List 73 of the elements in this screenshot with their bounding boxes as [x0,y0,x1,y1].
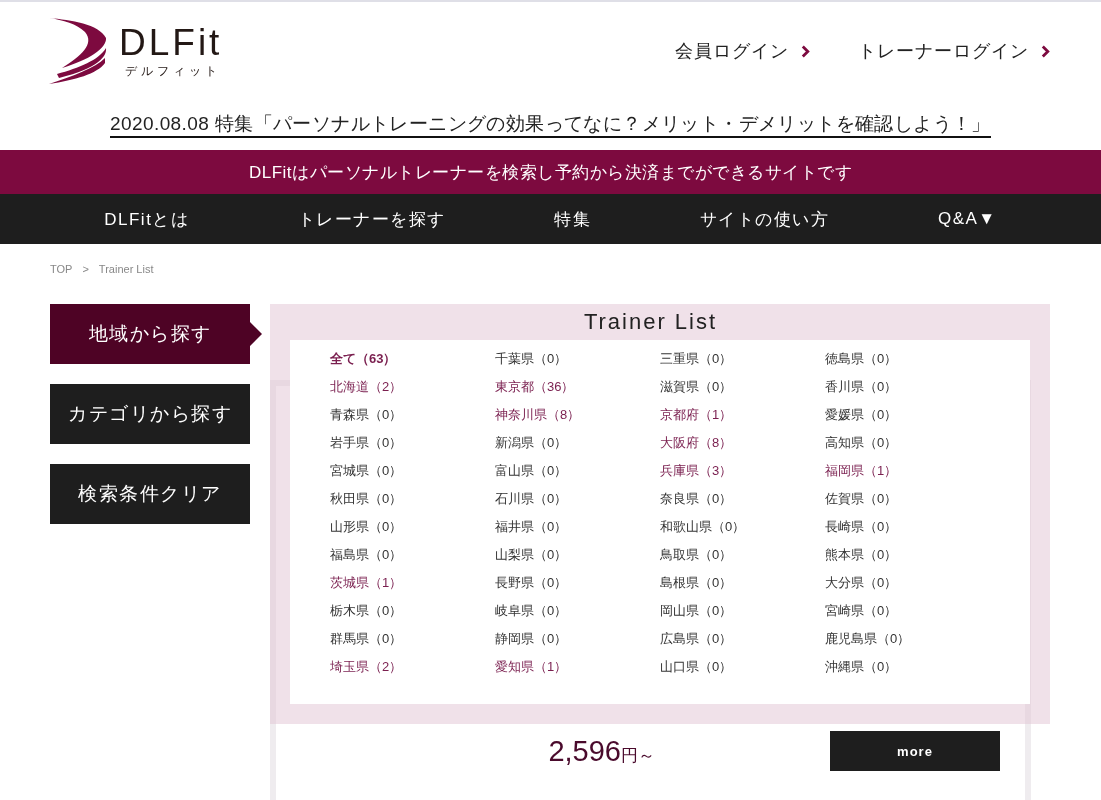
prefecture-link[interactable]: 青森県（0） [330,406,403,424]
price-amount: 2,596 [548,736,621,766]
prefecture-link[interactable]: 山口県（0） [660,658,733,676]
prefecture-link[interactable]: 北海道（2） [330,378,403,396]
sidebar-button[interactable]: カテゴリから探す [50,384,250,444]
nav-link[interactable]: サイトの使い方 [699,207,830,231]
prefecture-link[interactable]: 宮城県（0） [330,462,403,480]
prefecture-link[interactable]: 山形県（0） [330,518,403,536]
prefecture-link[interactable]: 東京都（36） [495,378,575,396]
prefecture-link[interactable]: 滋賀県（0） [660,378,733,396]
logo-name: DLFit [119,23,223,61]
prefecture-link[interactable]: 岩手県（0） [330,434,403,452]
prefecture-link[interactable]: 長野県（0） [495,574,568,592]
prefecture-link[interactable]: 新潟県（0） [495,434,568,452]
logo-icon [49,18,107,84]
logo-link[interactable]: DLFit デルフィット [49,18,223,84]
prefecture-link[interactable]: 和歌山県（0） [660,518,746,536]
prefecture-link[interactable]: 愛媛県（0） [825,406,898,424]
prefecture-link[interactable]: 千葉県（0） [495,350,568,368]
prefecture-link[interactable]: 山梨県（0） [495,546,568,564]
nav-link[interactable]: トレーナーを探す [297,207,446,231]
prefecture-link[interactable]: 大分県（0） [825,574,898,592]
tagline-banner: DLFitはパーソナルトレーナーを検索し予約から決済までができるサイトです [0,150,1101,194]
prefecture-link[interactable]: 栃木県（0） [330,602,403,620]
prefecture-link[interactable]: 大阪府（8） [660,434,733,452]
prefecture-link[interactable]: 全て（63） [330,350,397,368]
prefecture-link[interactable]: 宮崎県（0） [825,602,898,620]
prefecture-link[interactable]: 静岡県（0） [495,630,568,648]
nav-link[interactable]: DLFitとは [104,207,190,231]
member-login-link[interactable]: 会員ログイン [675,39,810,63]
prefecture-link[interactable]: 秋田県（0） [330,490,403,508]
news-link[interactable]: 2020.08.08 特集「パーソナルトレーニングの効果ってなに？メリット・デメリットを確認しよう！」 [110,112,991,138]
prefecture-link[interactable]: 奈良県（0） [660,490,733,508]
prefecture-link[interactable]: 群馬県（0） [330,630,403,648]
prefecture-link[interactable]: 兵庫県（3） [660,462,733,480]
prefecture-link[interactable]: 広島県（0） [660,630,733,648]
prefecture-link[interactable]: 香川県（0） [825,378,898,396]
prefecture-link[interactable]: 熊本県（0） [825,546,898,564]
prefecture-link[interactable]: 鹿児島県（0） [825,630,911,648]
breadcrumb-separator: > [82,263,89,275]
prefecture-link[interactable]: 福井県（0） [495,518,568,536]
prefecture-link[interactable]: 岐阜県（0） [495,602,568,620]
nav-link[interactable]: Q&A▼ [937,209,997,229]
prefecture-link[interactable]: 岡山県（0） [660,602,733,620]
prefecture-link[interactable]: 神奈川県（8） [495,406,581,424]
section-title: Trainer List [582,308,719,336]
prefecture-link[interactable]: 徳島県（0） [825,350,898,368]
prefecture-link[interactable]: 福岡県（1） [825,462,898,480]
prefecture-link[interactable]: 埼玉県（2） [330,658,403,676]
more-button[interactable]: more [830,731,1000,771]
prefecture-link[interactable]: 高知県（0） [825,434,898,452]
prefecture-link[interactable]: 茨城県（1） [330,574,403,592]
price-unit: 円～ [621,746,655,764]
trainer-login-link[interactable]: トレーナーログイン [858,39,1050,63]
prefecture-link[interactable]: 島根県（0） [660,574,733,592]
prefecture-link[interactable]: 沖縄県（0） [825,658,898,676]
prefecture-link[interactable]: 愛知県（1） [495,658,568,676]
prefecture-link[interactable]: 鳥取県（0） [660,546,733,564]
chevron-right-icon [801,44,810,58]
prefecture-link[interactable]: 石川県（0） [495,490,568,508]
prefecture-link[interactable]: 佐賀県（0） [825,490,898,508]
sidebar-button[interactable]: 検索条件クリア [50,464,250,524]
breadcrumb-current: Trainer List [98,263,154,275]
prefecture-link[interactable]: 福島県（0） [330,546,403,564]
prefecture-link[interactable]: 三重県（0） [660,350,733,368]
prefecture-link[interactable]: 京都府（1） [660,406,733,424]
logo-reading: デルフィット [123,63,221,79]
prefecture-link[interactable]: 長崎県（0） [825,518,898,536]
sidebar-button[interactable]: 地域から探す [50,304,262,364]
chevron-right-icon [1041,44,1050,58]
nav-link[interactable]: 特集 [554,207,592,231]
breadcrumb-link[interactable]: TOP [50,263,73,275]
prefecture-link[interactable]: 富山県（0） [495,462,568,480]
